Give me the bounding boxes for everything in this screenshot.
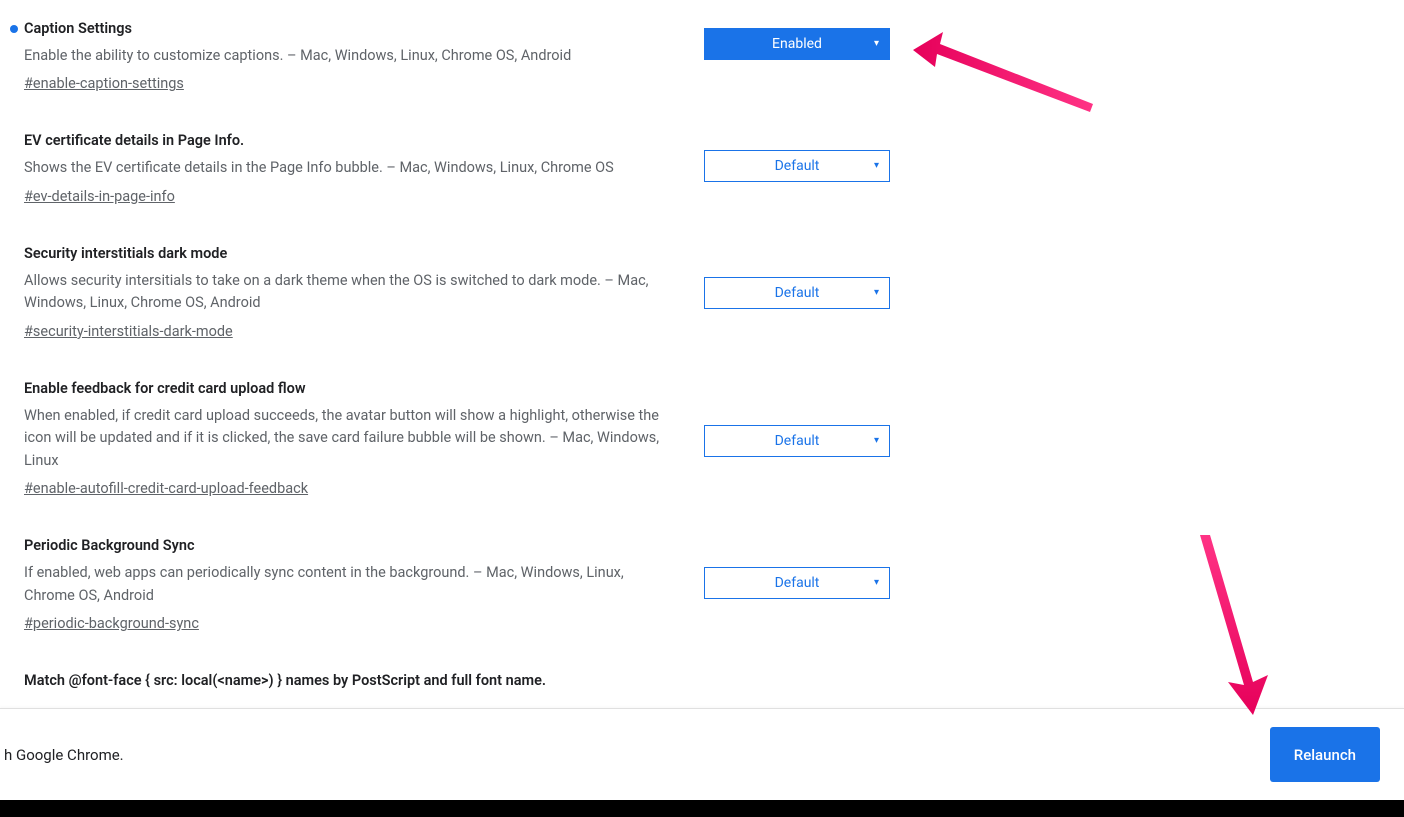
flag-description: Allows security intersitials to take on … xyxy=(24,270,674,315)
flag-text: Enable feedback for credit card upload f… xyxy=(24,380,694,497)
flag-text: Caption Settings Enable the ability to cu… xyxy=(24,20,694,92)
flag-description: Enable the ability to customize captions… xyxy=(24,45,674,67)
flag-item: Enable feedback for credit card upload f… xyxy=(24,360,1404,517)
flag-hash-link[interactable]: #periodic-background-sync xyxy=(24,615,199,632)
flag-hash-link[interactable]: #ev-details-in-page-info xyxy=(24,188,175,205)
flag-item: Security interstitials dark mode Allows s… xyxy=(24,225,1404,360)
flag-text: EV certificate details in Page Info. Show… xyxy=(24,132,694,204)
flag-select-wrap: Default xyxy=(704,425,890,457)
flag-item: EV certificate details in Page Info. Show… xyxy=(24,112,1404,224)
flag-select-wrap: Default xyxy=(704,150,890,182)
flag-title: Caption Settings xyxy=(24,20,674,37)
flag-hash-link[interactable]: #enable-autofill-credit-card-upload-feed… xyxy=(24,480,308,497)
flag-hash-link[interactable]: #security-interstitials-dark-mode xyxy=(24,323,233,340)
flag-description: When enabled, if credit card upload succ… xyxy=(24,405,674,472)
footer-bar: h Google Chrome. Relaunch xyxy=(0,708,1404,800)
relaunch-button[interactable]: Relaunch xyxy=(1270,727,1380,782)
flag-select[interactable]: Enabled xyxy=(704,28,890,60)
flag-title: EV certificate details in Page Info. xyxy=(24,132,674,149)
flag-item: Periodic Background Sync If enabled, web … xyxy=(24,517,1404,652)
footer-text: h Google Chrome. xyxy=(0,746,124,764)
flag-title: Enable feedback for credit card upload f… xyxy=(24,380,674,397)
flag-select[interactable]: Default xyxy=(704,567,890,599)
flag-description: If enabled, web apps can periodically sy… xyxy=(24,562,674,607)
flag-text: Security interstitials dark mode Allows s… xyxy=(24,245,694,340)
flag-select[interactable]: Default xyxy=(704,150,890,182)
flag-title: Periodic Background Sync xyxy=(24,537,674,554)
flag-title: Match @font-face { src: local(<name>) } … xyxy=(24,652,1404,699)
flag-select-wrap: Enabled xyxy=(704,28,890,60)
flag-title: Security interstitials dark mode xyxy=(24,245,674,262)
flag-text: Periodic Background Sync If enabled, web … xyxy=(24,537,694,632)
flag-description: Shows the EV certificate details in the … xyxy=(24,157,674,179)
flag-select-wrap: Default xyxy=(704,567,890,599)
flag-select[interactable]: Default xyxy=(704,425,890,457)
flag-select-wrap: Default xyxy=(704,277,890,309)
bottom-strip xyxy=(0,800,1404,817)
flag-item: Caption Settings Enable the ability to cu… xyxy=(24,0,1404,112)
flag-select[interactable]: Default xyxy=(704,277,890,309)
flag-hash-link[interactable]: #enable-caption-settings xyxy=(24,75,184,92)
